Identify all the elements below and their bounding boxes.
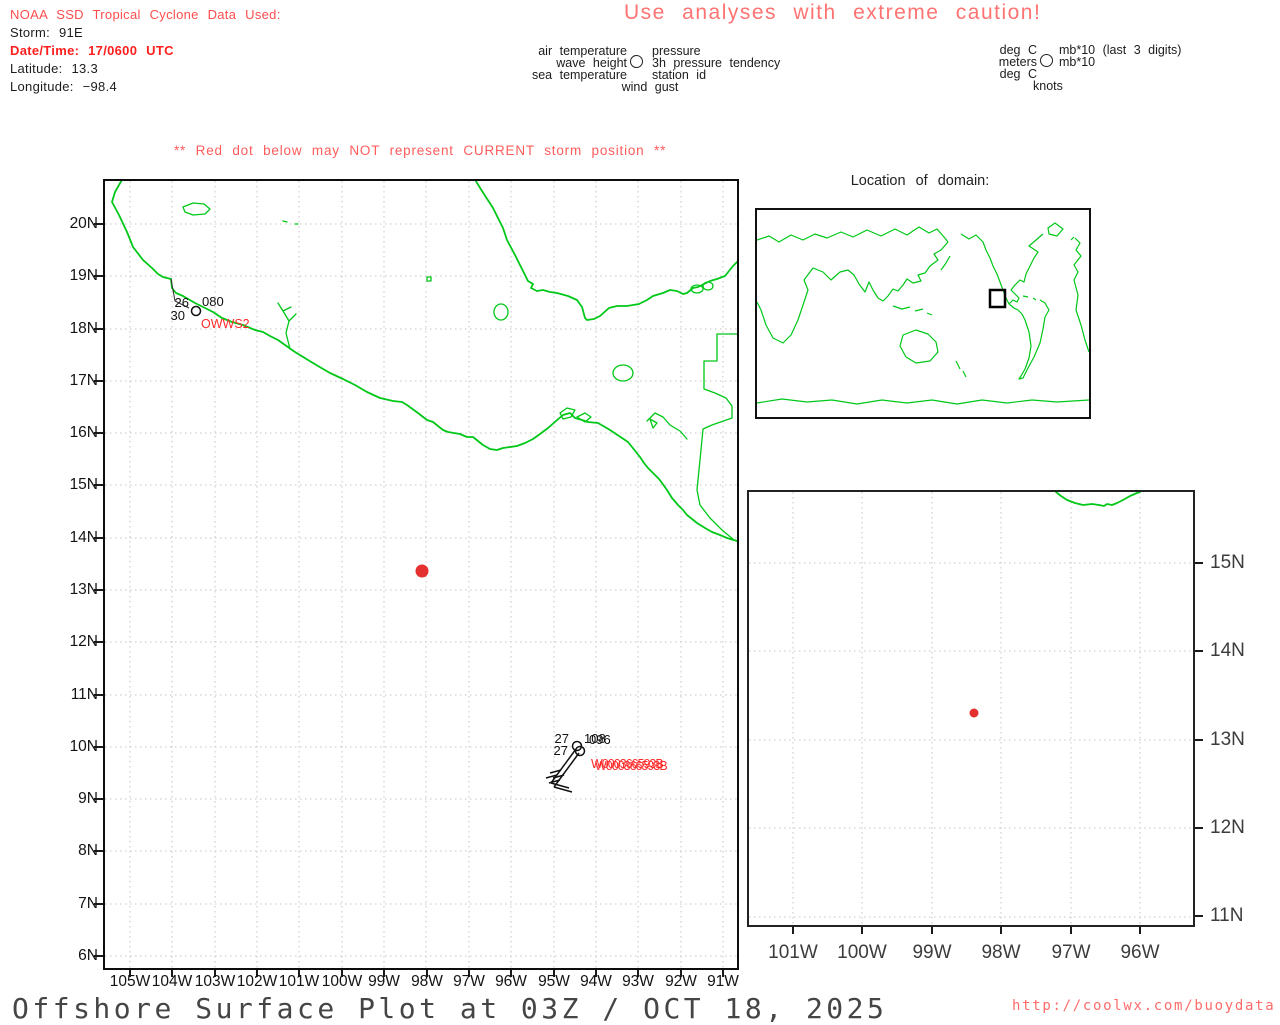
station-circle-icon: [190, 305, 202, 317]
main-lat-label: 15N: [69, 476, 98, 493]
lagoon: [702, 281, 714, 291]
island: [182, 202, 211, 216]
gulf-coastline: [474, 181, 737, 321]
main-lon-label: 93W: [622, 973, 654, 990]
main-lat-label: 20N: [69, 215, 98, 232]
world-coastlines: [757, 222, 1089, 405]
main-lon-label: 94W: [580, 973, 612, 990]
zoom-lat-label: 12N: [1210, 817, 1245, 838]
zoom-lat-label: 13N: [1210, 729, 1245, 750]
storm-position-dot: [969, 708, 979, 718]
domain-box: [988, 288, 1007, 309]
main-lat-label: 16N: [69, 424, 98, 441]
islet: [426, 276, 432, 282]
storm-position-dot: [415, 564, 429, 578]
zoom-lat-label: 14N: [1210, 640, 1245, 661]
main-lon-label: 96W: [495, 973, 527, 990]
lagoon: [576, 412, 592, 423]
pacific-coastline: [111, 181, 737, 542]
owws2-sea-temp: 30: [171, 308, 185, 323]
page-title: Offshore Surface Plot at 03Z / OCT 18, 2…: [12, 992, 888, 1025]
inset-title: Location of domain:: [850, 173, 990, 189]
zoom-lon-label: 97W: [1051, 942, 1091, 963]
main-lat-label: 7N: [78, 895, 98, 912]
main-lat-label: 19N: [69, 267, 98, 284]
main-lon-label: 99W: [368, 973, 400, 990]
border-line: [696, 333, 737, 541]
main-lat-label: 14N: [69, 529, 98, 546]
main-lon-label: 98W: [411, 973, 443, 990]
island: [612, 364, 634, 382]
zoom-lon-label: 100W: [837, 942, 887, 963]
zoom-lat-label: 15N: [1210, 552, 1245, 573]
main-lon-label: 104W: [151, 973, 193, 990]
station-cluster: 27 27 108 096 W000366593B W000366593B: [545, 731, 668, 793]
cluster-station-ids: W000366593B: [595, 759, 667, 773]
world-location-inset: [755, 208, 1091, 419]
lake: [493, 303, 509, 321]
main-lon-label: 95W: [538, 973, 570, 990]
main-lon-label: 105W: [109, 973, 151, 990]
zoom-lon-label: 96W: [1120, 942, 1160, 963]
main-lat-label: 12N: [69, 633, 98, 650]
main-lat-label: 11N: [70, 686, 98, 703]
main-lat-label: 10N: [69, 738, 98, 755]
main-lon-label: 103W: [194, 973, 236, 990]
zoom-lon-label: 101W: [768, 942, 818, 963]
zoom-coastline: [1055, 492, 1141, 507]
main-lat-label: 8N: [78, 842, 98, 859]
main-lon-label: 91W: [707, 973, 739, 990]
main-lat-label: 13N: [69, 581, 98, 598]
main-lon-label: 101W: [278, 973, 320, 990]
main-lat-label: 6N: [78, 947, 98, 964]
main-lon-label: 92W: [665, 973, 697, 990]
main-lon-label: 97W: [453, 973, 485, 990]
main-surface-map: 26 080 30 OWWS2 27 27 108 096 W000366593…: [103, 179, 739, 970]
owws2-station-id: OWWS2: [201, 317, 250, 331]
cluster-pressure-2: 096: [589, 732, 611, 747]
zoom-lon-label: 98W: [981, 942, 1021, 963]
zoomed-domain-map: [747, 490, 1195, 927]
source-url-link[interactable]: http://coolwx.com/buoydata: [1012, 998, 1275, 1014]
main-lat-label: 17N: [69, 372, 98, 389]
zoom-lon-label: 99W: [912, 942, 952, 963]
main-lon-label: 102W: [236, 973, 278, 990]
main-lat-label: 9N: [78, 790, 98, 807]
zoom-lat-label: 11N: [1210, 905, 1244, 926]
main-lon-label: 100W: [321, 973, 363, 990]
main-lat-label: 18N: [69, 320, 98, 337]
owws2-pressure: 080: [202, 294, 224, 309]
cluster-air-temp-2: 27: [554, 743, 568, 758]
